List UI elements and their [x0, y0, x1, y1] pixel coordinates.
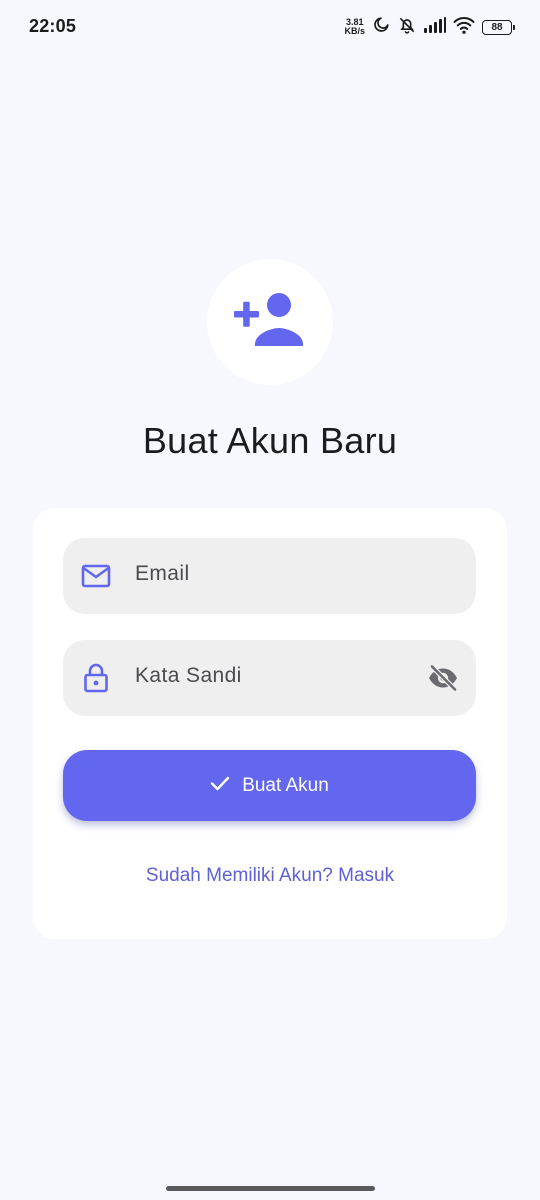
home-indicator[interactable] [166, 1186, 375, 1191]
create-account-button[interactable]: Buat Akun [63, 750, 476, 821]
battery-level: 88 [491, 21, 503, 33]
person-add-icon [233, 292, 307, 353]
check-icon [210, 775, 230, 797]
moon-icon [372, 16, 390, 39]
register-card: Buat Akun Sudah Memiliki Akun? Masuk [33, 508, 507, 939]
status-bar: 22:05 3.81 KB/s 88 [0, 0, 540, 56]
mute-icon [397, 15, 417, 40]
signal-icon [424, 16, 446, 38]
login-link[interactable]: Sudah Memiliki Akun? Masuk [33, 865, 507, 887]
wifi-icon [453, 16, 475, 39]
email-field[interactable] [63, 538, 476, 614]
create-account-label: Buat Akun [242, 774, 329, 796]
network-speed-unit: KB/s [344, 26, 365, 36]
status-icons: 3.81 KB/s 88 [344, 15, 515, 40]
status-time: 22:05 [29, 16, 77, 36]
email-input[interactable] [135, 562, 415, 586]
mail-icon [81, 562, 111, 590]
header-avatar [207, 259, 333, 385]
password-field[interactable] [63, 640, 476, 716]
eye-off-icon[interactable] [426, 663, 460, 693]
lock-icon [81, 663, 111, 693]
network-speed: 3.81 KB/s [344, 18, 365, 36]
battery-icon: 88 [482, 19, 515, 35]
page-title: Buat Akun Baru [142, 420, 398, 461]
password-input[interactable] [135, 664, 415, 688]
